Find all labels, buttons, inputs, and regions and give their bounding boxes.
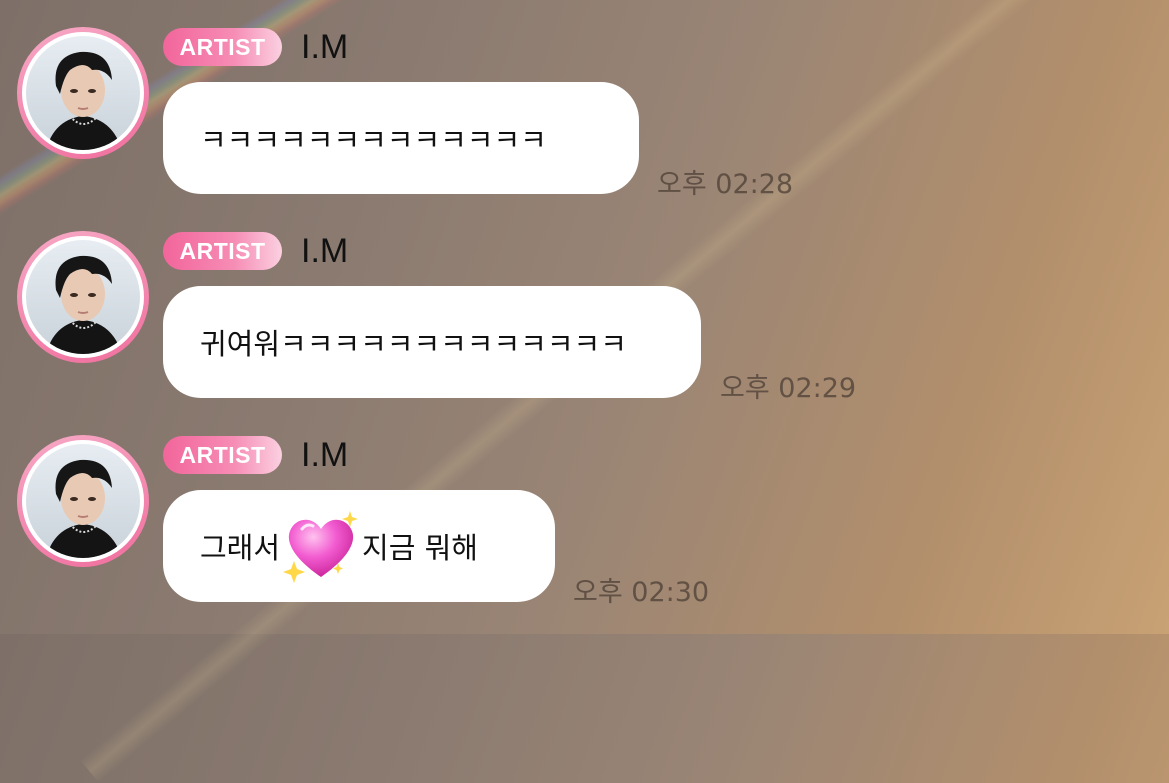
sender-name[interactable]: I.M [301, 230, 348, 272]
message-text: ㅋㅋㅋㅋㅋㅋㅋㅋㅋㅋㅋㅋㅋ [200, 123, 547, 157]
message-timestamp: 오후 02:29 [720, 373, 857, 404]
avatar-photo [26, 36, 140, 150]
message-bubble[interactable]: ㅋㅋㅋㅋㅋㅋㅋㅋㅋㅋㅋㅋㅋ [163, 82, 639, 194]
sender-name[interactable]: I.M [301, 434, 348, 476]
chat-message: ARTIST I.M ㅋㅋㅋㅋㅋㅋㅋㅋㅋㅋㅋㅋㅋ 오후 02:28 [0, 0, 1169, 200]
message-text: 귀여워ㅋㅋㅋㅋㅋㅋㅋㅋㅋㅋㅋㅋㅋ [200, 327, 627, 361]
message-bubble[interactable]: 그래서 지금 뭐해 [163, 490, 555, 602]
chat-message: ARTIST I.M 귀여워ㅋㅋㅋㅋㅋㅋㅋㅋㅋㅋㅋㅋㅋ 오후 02:29 [0, 204, 1169, 404]
avatar-photo [26, 444, 140, 558]
artist-avatar[interactable] [17, 27, 149, 159]
artist-badge: ARTIST [163, 436, 282, 474]
sender-name[interactable]: I.M [301, 26, 348, 68]
chat-message: ARTIST I.M 그래서 지금 뭐해 오후 02:30 [0, 408, 1169, 608]
message-text-after: 지금 뭐해 [362, 531, 478, 565]
artist-badge: ARTIST [163, 232, 282, 270]
message-timestamp: 오후 02:30 [573, 577, 710, 608]
artist-badge: ARTIST [163, 28, 282, 66]
message-bubble[interactable]: 귀여워ㅋㅋㅋㅋㅋㅋㅋㅋㅋㅋㅋㅋㅋ [163, 286, 701, 398]
sparkling-heart-icon [280, 509, 362, 583]
artist-avatar[interactable] [17, 231, 149, 363]
message-text-before: 그래서 [200, 531, 281, 565]
avatar-photo [26, 240, 140, 354]
message-timestamp: 오후 02:28 [657, 169, 794, 200]
artist-avatar[interactable] [17, 435, 149, 567]
